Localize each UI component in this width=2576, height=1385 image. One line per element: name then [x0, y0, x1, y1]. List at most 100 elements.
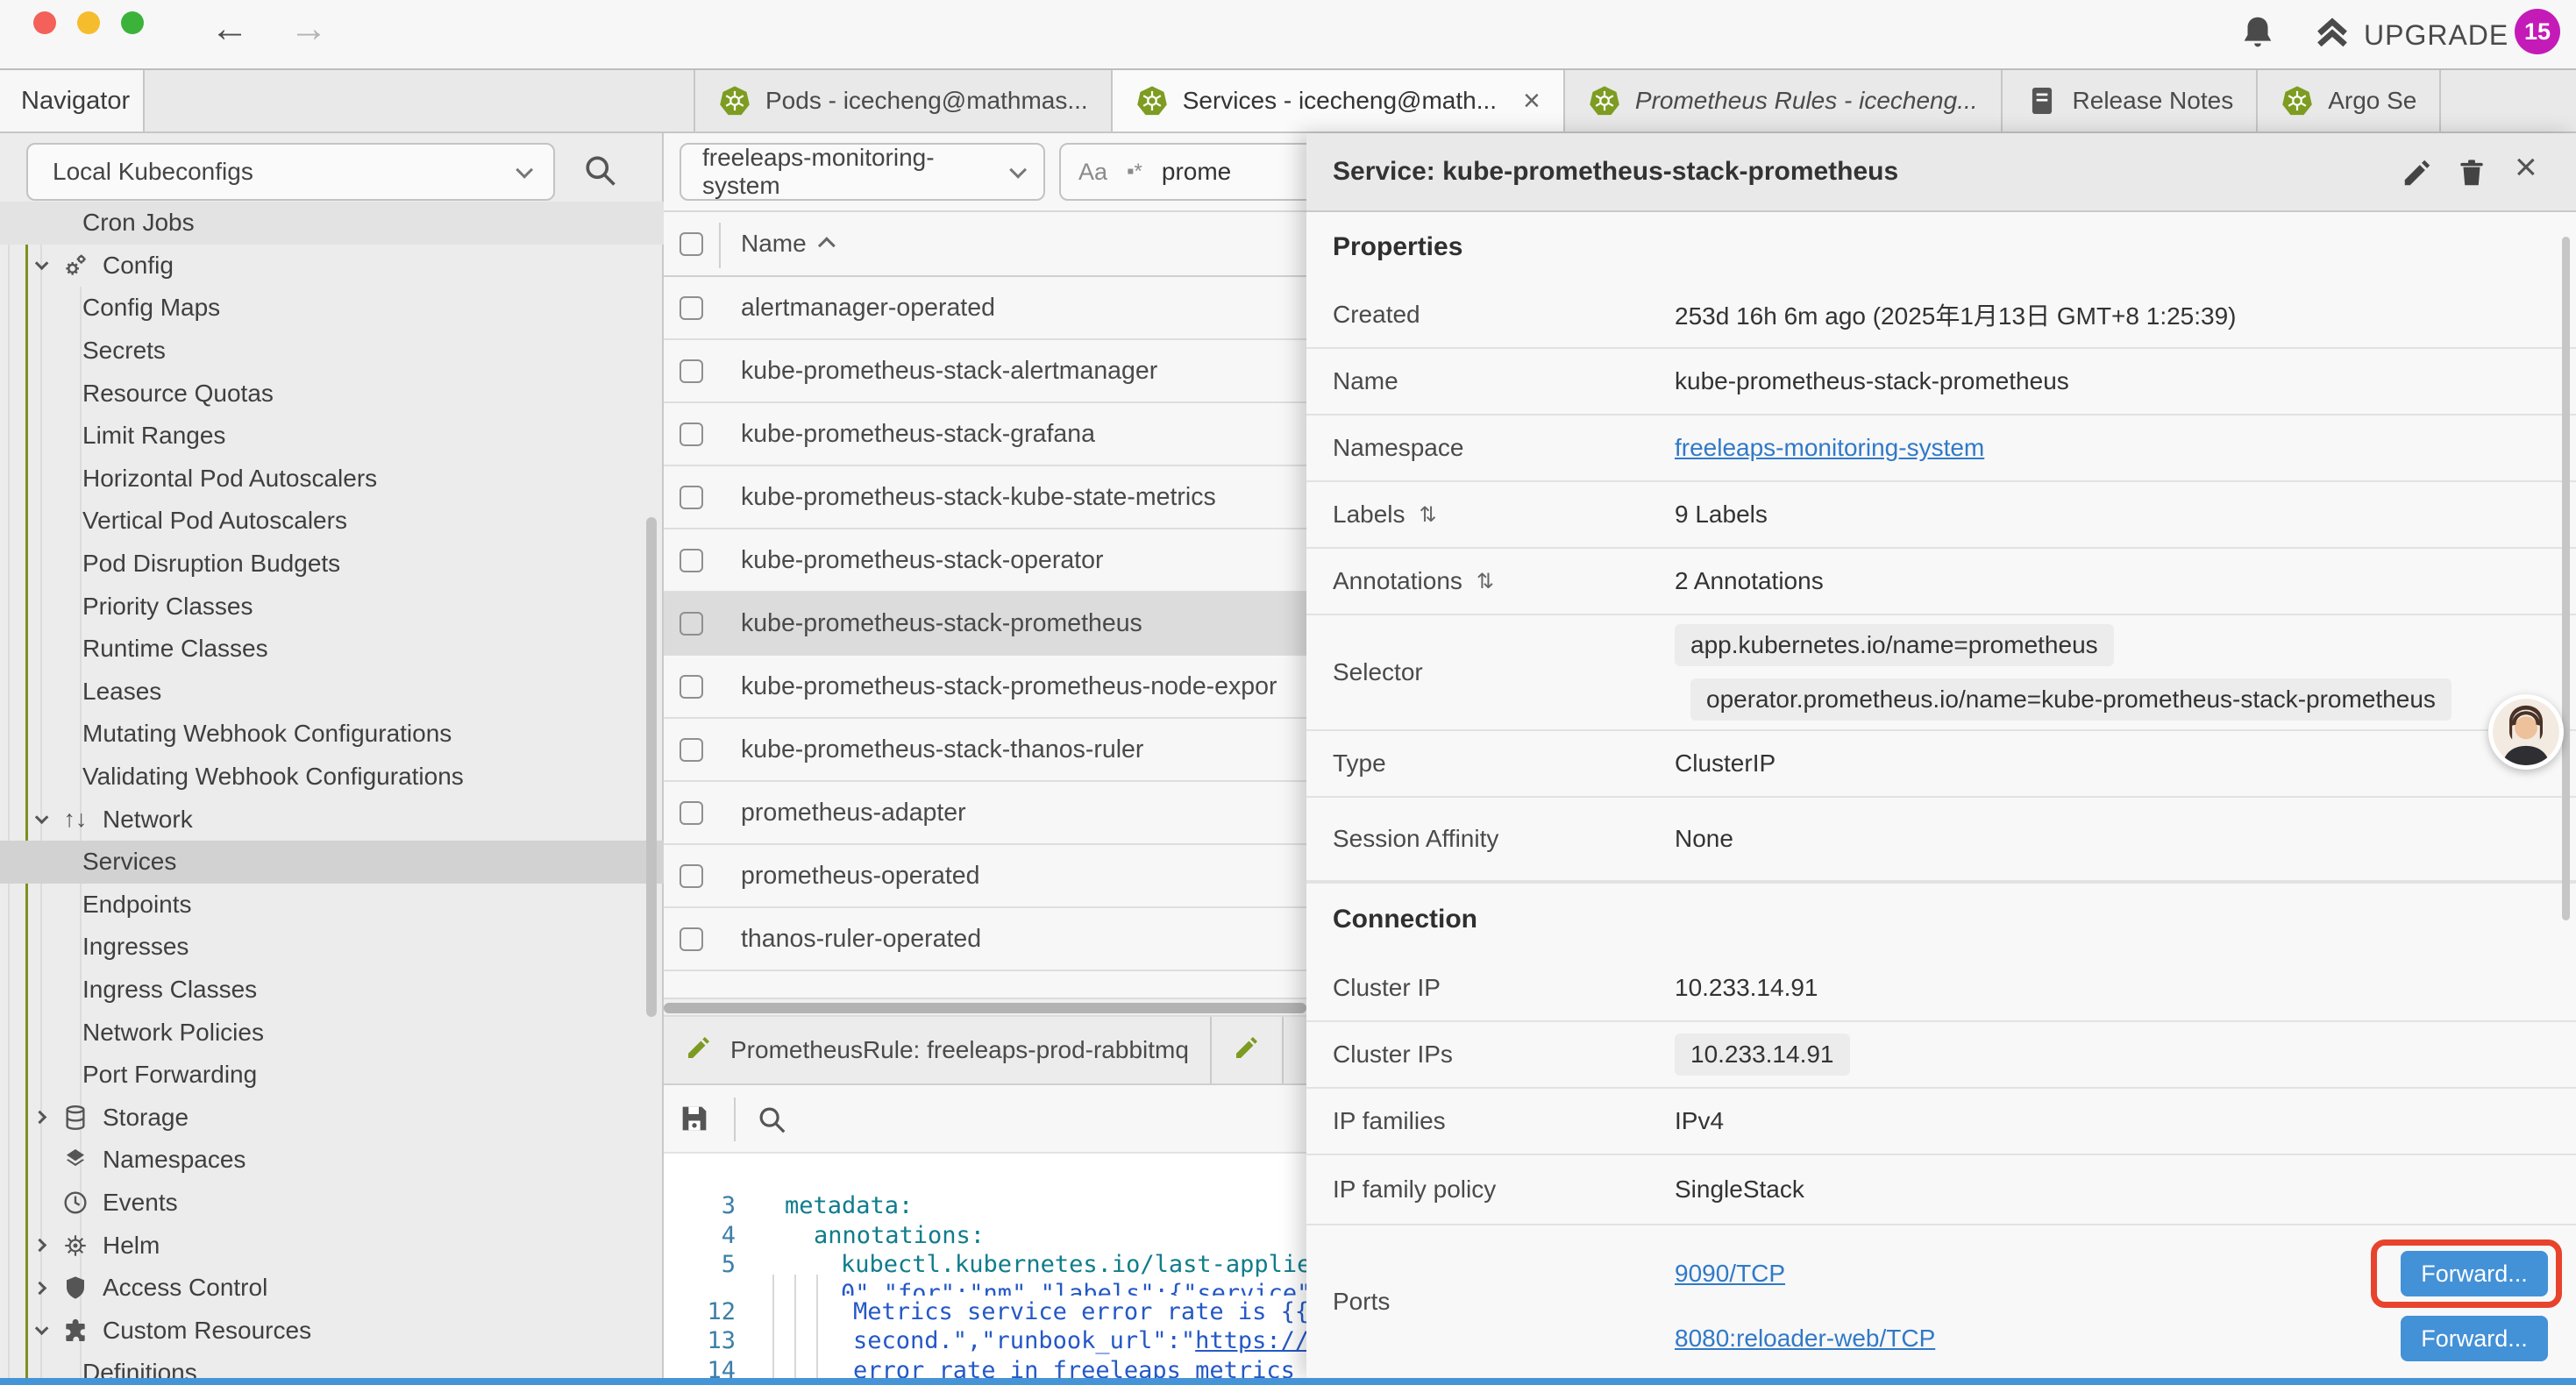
- sidebar-item-pod-disruption-budgets[interactable]: Pod Disruption Budgets: [0, 543, 664, 586]
- row-checkbox[interactable]: [680, 549, 703, 572]
- match-case-icon[interactable]: Aa: [1078, 159, 1107, 186]
- namespace-select[interactable]: freeleaps-monitoring-system: [680, 143, 1045, 201]
- close-icon[interactable]: ×: [2515, 146, 2537, 189]
- sidebar-item-resource-quotas[interactable]: Resource Quotas: [0, 372, 664, 415]
- sidebar-item-network-policies[interactable]: Network Policies: [0, 1011, 664, 1054]
- table-row[interactable]: kube-prometheus-stack-prometheus-node-ex…: [664, 656, 1306, 719]
- sidebar-item-leases[interactable]: Leases: [0, 671, 664, 714]
- notification-count-badge[interactable]: 15: [2515, 9, 2560, 54]
- sidebar-item-mutating-webhook-configurations[interactable]: Mutating Webhook Configurations: [0, 713, 664, 756]
- sort-toggle-icon[interactable]: ⇅: [1420, 502, 1437, 528]
- tab-navigator[interactable]: Navigator: [0, 70, 145, 131]
- dock-tab-prometheusrule[interactable]: PrometheusRule: freeleaps-prod-rabbitmq: [664, 1017, 1212, 1083]
- search-icon[interactable]: [755, 1103, 788, 1136]
- chevron-right-icon[interactable]: [33, 1239, 47, 1253]
- chevron-down-icon[interactable]: [35, 1322, 49, 1336]
- regex-icon[interactable]: ▪*: [1127, 160, 1142, 184]
- forward-icon[interactable]: →: [289, 7, 328, 51]
- kubeconfig-select[interactable]: Local Kubeconfigs: [26, 143, 555, 201]
- sidebar-item-validating-webhook-configurations[interactable]: Validating Webhook Configurations: [0, 756, 664, 799]
- column-header-name[interactable]: Name: [741, 230, 835, 258]
- search-icon[interactable]: [580, 151, 619, 189]
- tab-pods-icecheng-mathmas[interactable]: Pods - icecheng@mathmas...: [695, 70, 1113, 131]
- table-row[interactable]: kube-prometheus-stack-kube-state-metrics: [664, 466, 1306, 529]
- sidebar-item-events[interactable]: Events: [0, 1182, 664, 1225]
- row-checkbox[interactable]: [680, 738, 703, 762]
- row-checkbox[interactable]: [680, 296, 703, 320]
- table-row[interactable]: kube-prometheus-stack-grafana: [664, 403, 1306, 466]
- runbook-url-link[interactable]: https://net: [1195, 1327, 1306, 1354]
- row-checkbox[interactable]: [680, 423, 703, 446]
- tab-services-icecheng-math[interactable]: Services - icecheng@math...×: [1113, 70, 1565, 131]
- drawer-scrollbar[interactable]: [2562, 237, 2570, 920]
- tab-prometheus-rules-icecheng[interactable]: Prometheus Rules - icecheng...: [1565, 70, 2003, 131]
- chevron-down-icon[interactable]: [35, 811, 49, 825]
- chevron-right-icon[interactable]: [33, 1111, 47, 1125]
- table-row[interactable]: thanos-ruler-operated: [664, 908, 1306, 971]
- sidebar-item-definitions[interactable]: Definitions: [0, 1352, 664, 1378]
- row-checkbox[interactable]: [680, 675, 703, 699]
- port-link[interactable]: 9090/TCP: [1675, 1260, 1785, 1288]
- sidebar-item-storage[interactable]: Storage: [0, 1096, 664, 1139]
- table-row[interactable]: prometheus-adapter: [664, 782, 1306, 845]
- chevron-down-icon[interactable]: [35, 257, 49, 271]
- row-checkbox[interactable]: [680, 359, 703, 383]
- table-row[interactable]: kube-prometheus-stack-prometheus: [664, 593, 1306, 656]
- tab-argo-se[interactable]: Argo Se: [2258, 70, 2441, 131]
- trash-icon[interactable]: [2455, 156, 2488, 189]
- sidebar-item-network[interactable]: ↑↓Network: [0, 798, 664, 841]
- chevron-right-icon[interactable]: [33, 1281, 47, 1295]
- sidebar-item-ingresses[interactable]: Ingresses: [0, 926, 664, 969]
- table-row[interactable]: kube-prometheus-stack-operator: [664, 529, 1306, 593]
- table-row[interactable]: kube-prometheus-stack-alertmanager: [664, 340, 1306, 403]
- upgrade-button[interactable]: UPGRADE: [2313, 14, 2508, 57]
- table-search-input[interactable]: Aa ▪* prome: [1059, 143, 1322, 201]
- row-checkbox[interactable]: [680, 801, 703, 825]
- row-checkbox[interactable]: [680, 612, 703, 636]
- forward-button[interactable]: Forward...: [2401, 1251, 2548, 1296]
- tab-release-notes[interactable]: Release Notes: [2003, 70, 2259, 131]
- back-icon[interactable]: ←: [210, 7, 249, 51]
- sidebar-item-cron-jobs[interactable]: Cron Jobs: [0, 202, 664, 245]
- close-icon[interactable]: ×: [1523, 86, 1541, 116]
- sidebar-item-endpoints[interactable]: Endpoints: [0, 884, 664, 927]
- sidebar-item-runtime-classes[interactable]: Runtime Classes: [0, 628, 664, 671]
- sidebar-item-vertical-pod-autoscalers[interactable]: Vertical Pod Autoscalers: [0, 500, 664, 543]
- dock-tab-hidden[interactable]: [1212, 1017, 1284, 1083]
- yaml-editor[interactable]: 3metadata:4annotations:5kubectl.kubernet…: [664, 1154, 1306, 1378]
- sidebar-item-ingress-classes[interactable]: Ingress Classes: [0, 969, 664, 1012]
- sidebar-item-priority-classes[interactable]: Priority Classes: [0, 585, 664, 628]
- notifications-bell-icon[interactable]: [2238, 13, 2278, 53]
- save-icon[interactable]: [677, 1101, 712, 1136]
- user-avatar[interactable]: [2488, 694, 2564, 770]
- edit-pencil-icon[interactable]: [2401, 156, 2434, 189]
- row-checkbox[interactable]: [680, 486, 703, 509]
- forward-button[interactable]: Forward...: [2401, 1316, 2548, 1361]
- sidebar-item-secrets[interactable]: Secrets: [0, 330, 664, 373]
- row-checkbox[interactable]: [680, 864, 703, 888]
- window-minimize-button[interactable]: [77, 11, 100, 34]
- table-row[interactable]: kube-prometheus-stack-thanos-ruler: [664, 719, 1306, 782]
- sidebar-item-namespaces[interactable]: Namespaces: [0, 1139, 664, 1182]
- sidebar-scrollbar[interactable]: [646, 517, 657, 1017]
- namespace-link[interactable]: freeleaps-monitoring-system: [1675, 434, 2576, 462]
- sidebar-item-limit-ranges[interactable]: Limit Ranges: [0, 415, 664, 458]
- select-all-checkbox[interactable]: [680, 232, 703, 256]
- table-row[interactable]: alertmanager-operated: [664, 277, 1306, 340]
- sidebar-item-config-maps[interactable]: Config Maps: [0, 287, 664, 330]
- sidebar-item-config[interactable]: Config: [0, 245, 664, 288]
- table-row[interactable]: prometheus-operated: [664, 845, 1306, 908]
- sidebar-item-helm[interactable]: Helm: [0, 1224, 664, 1267]
- horizontal-scrollbar-thumb[interactable]: [664, 1003, 1306, 1013]
- sidebar-item-services[interactable]: Services: [0, 841, 664, 884]
- sidebar-item-horizontal-pod-autoscalers[interactable]: Horizontal Pod Autoscalers: [0, 458, 664, 501]
- sidebar-item-access-control[interactable]: Access Control: [0, 1267, 664, 1310]
- window-zoom-button[interactable]: [121, 11, 144, 34]
- sidebar-item-port-forwarding[interactable]: Port Forwarding: [0, 1054, 664, 1097]
- window-close-button[interactable]: [33, 11, 56, 34]
- row-checkbox[interactable]: [680, 927, 703, 951]
- sort-toggle-icon[interactable]: ⇅: [1477, 569, 1494, 594]
- port-link[interactable]: 8080:reloader-web/TCP: [1675, 1325, 1935, 1353]
- horizontal-scrollbar[interactable]: [664, 998, 1306, 1017]
- sidebar-item-custom-resources[interactable]: Custom Resources: [0, 1309, 664, 1352]
